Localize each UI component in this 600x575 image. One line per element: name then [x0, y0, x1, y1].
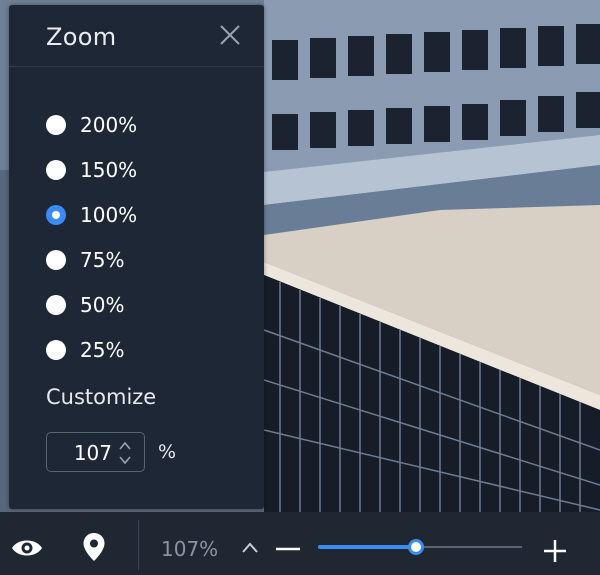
- zoom-slider[interactable]: [318, 539, 522, 555]
- panel-title: Zoom: [46, 23, 117, 51]
- close-icon[interactable]: [218, 23, 242, 47]
- zoom-option-100[interactable]: 100%: [46, 192, 137, 237]
- zoom-option-150[interactable]: 150%: [46, 147, 137, 192]
- zoom-option-25[interactable]: 25%: [46, 327, 137, 372]
- percent-unit: %: [158, 441, 177, 463]
- toolbar-divider: [138, 520, 139, 570]
- zoom-option-50[interactable]: 50%: [46, 282, 137, 327]
- chevron-up-icon[interactable]: [240, 540, 260, 554]
- eye-icon[interactable]: [10, 537, 44, 559]
- option-label: 100%: [80, 202, 138, 227]
- custom-zoom-value: 107: [73, 441, 112, 465]
- radio-button-checked[interactable]: [46, 204, 66, 225]
- radio-button[interactable]: [46, 114, 66, 135]
- zoom-option-75[interactable]: 75%: [46, 237, 137, 282]
- panel-header: Zoom: [9, 5, 264, 67]
- custom-zoom-input[interactable]: 107: [46, 432, 145, 472]
- zoom-panel: Zoom 200% 150% 100% 75% 50% 25% Customiz…: [9, 5, 264, 509]
- spinner-icon[interactable]: [118, 440, 132, 466]
- option-label: 150%: [80, 157, 138, 182]
- slider-thumb[interactable]: [407, 539, 424, 555]
- option-label: 25%: [80, 337, 125, 362]
- zoom-option-200[interactable]: 200%: [46, 102, 137, 147]
- minus-icon[interactable]: [273, 538, 303, 560]
- plus-icon[interactable]: [542, 538, 568, 564]
- radio-button[interactable]: [46, 294, 66, 315]
- location-pin-icon[interactable]: [82, 532, 106, 562]
- slider-fill: [318, 545, 416, 549]
- option-label: 75%: [80, 247, 125, 272]
- option-label: 200%: [80, 112, 138, 137]
- zoom-level-readout: 107%: [161, 537, 219, 561]
- radio-button[interactable]: [46, 339, 66, 360]
- customize-label: Customize: [46, 385, 157, 409]
- radio-button[interactable]: [46, 159, 66, 180]
- radio-button[interactable]: [46, 249, 66, 270]
- option-label: 50%: [80, 292, 125, 317]
- custom-zoom-row: 107 %: [46, 432, 176, 472]
- zoom-options: 200% 150% 100% 75% 50% 25%: [46, 102, 137, 372]
- bottom-toolbar: 107%: [0, 512, 600, 575]
